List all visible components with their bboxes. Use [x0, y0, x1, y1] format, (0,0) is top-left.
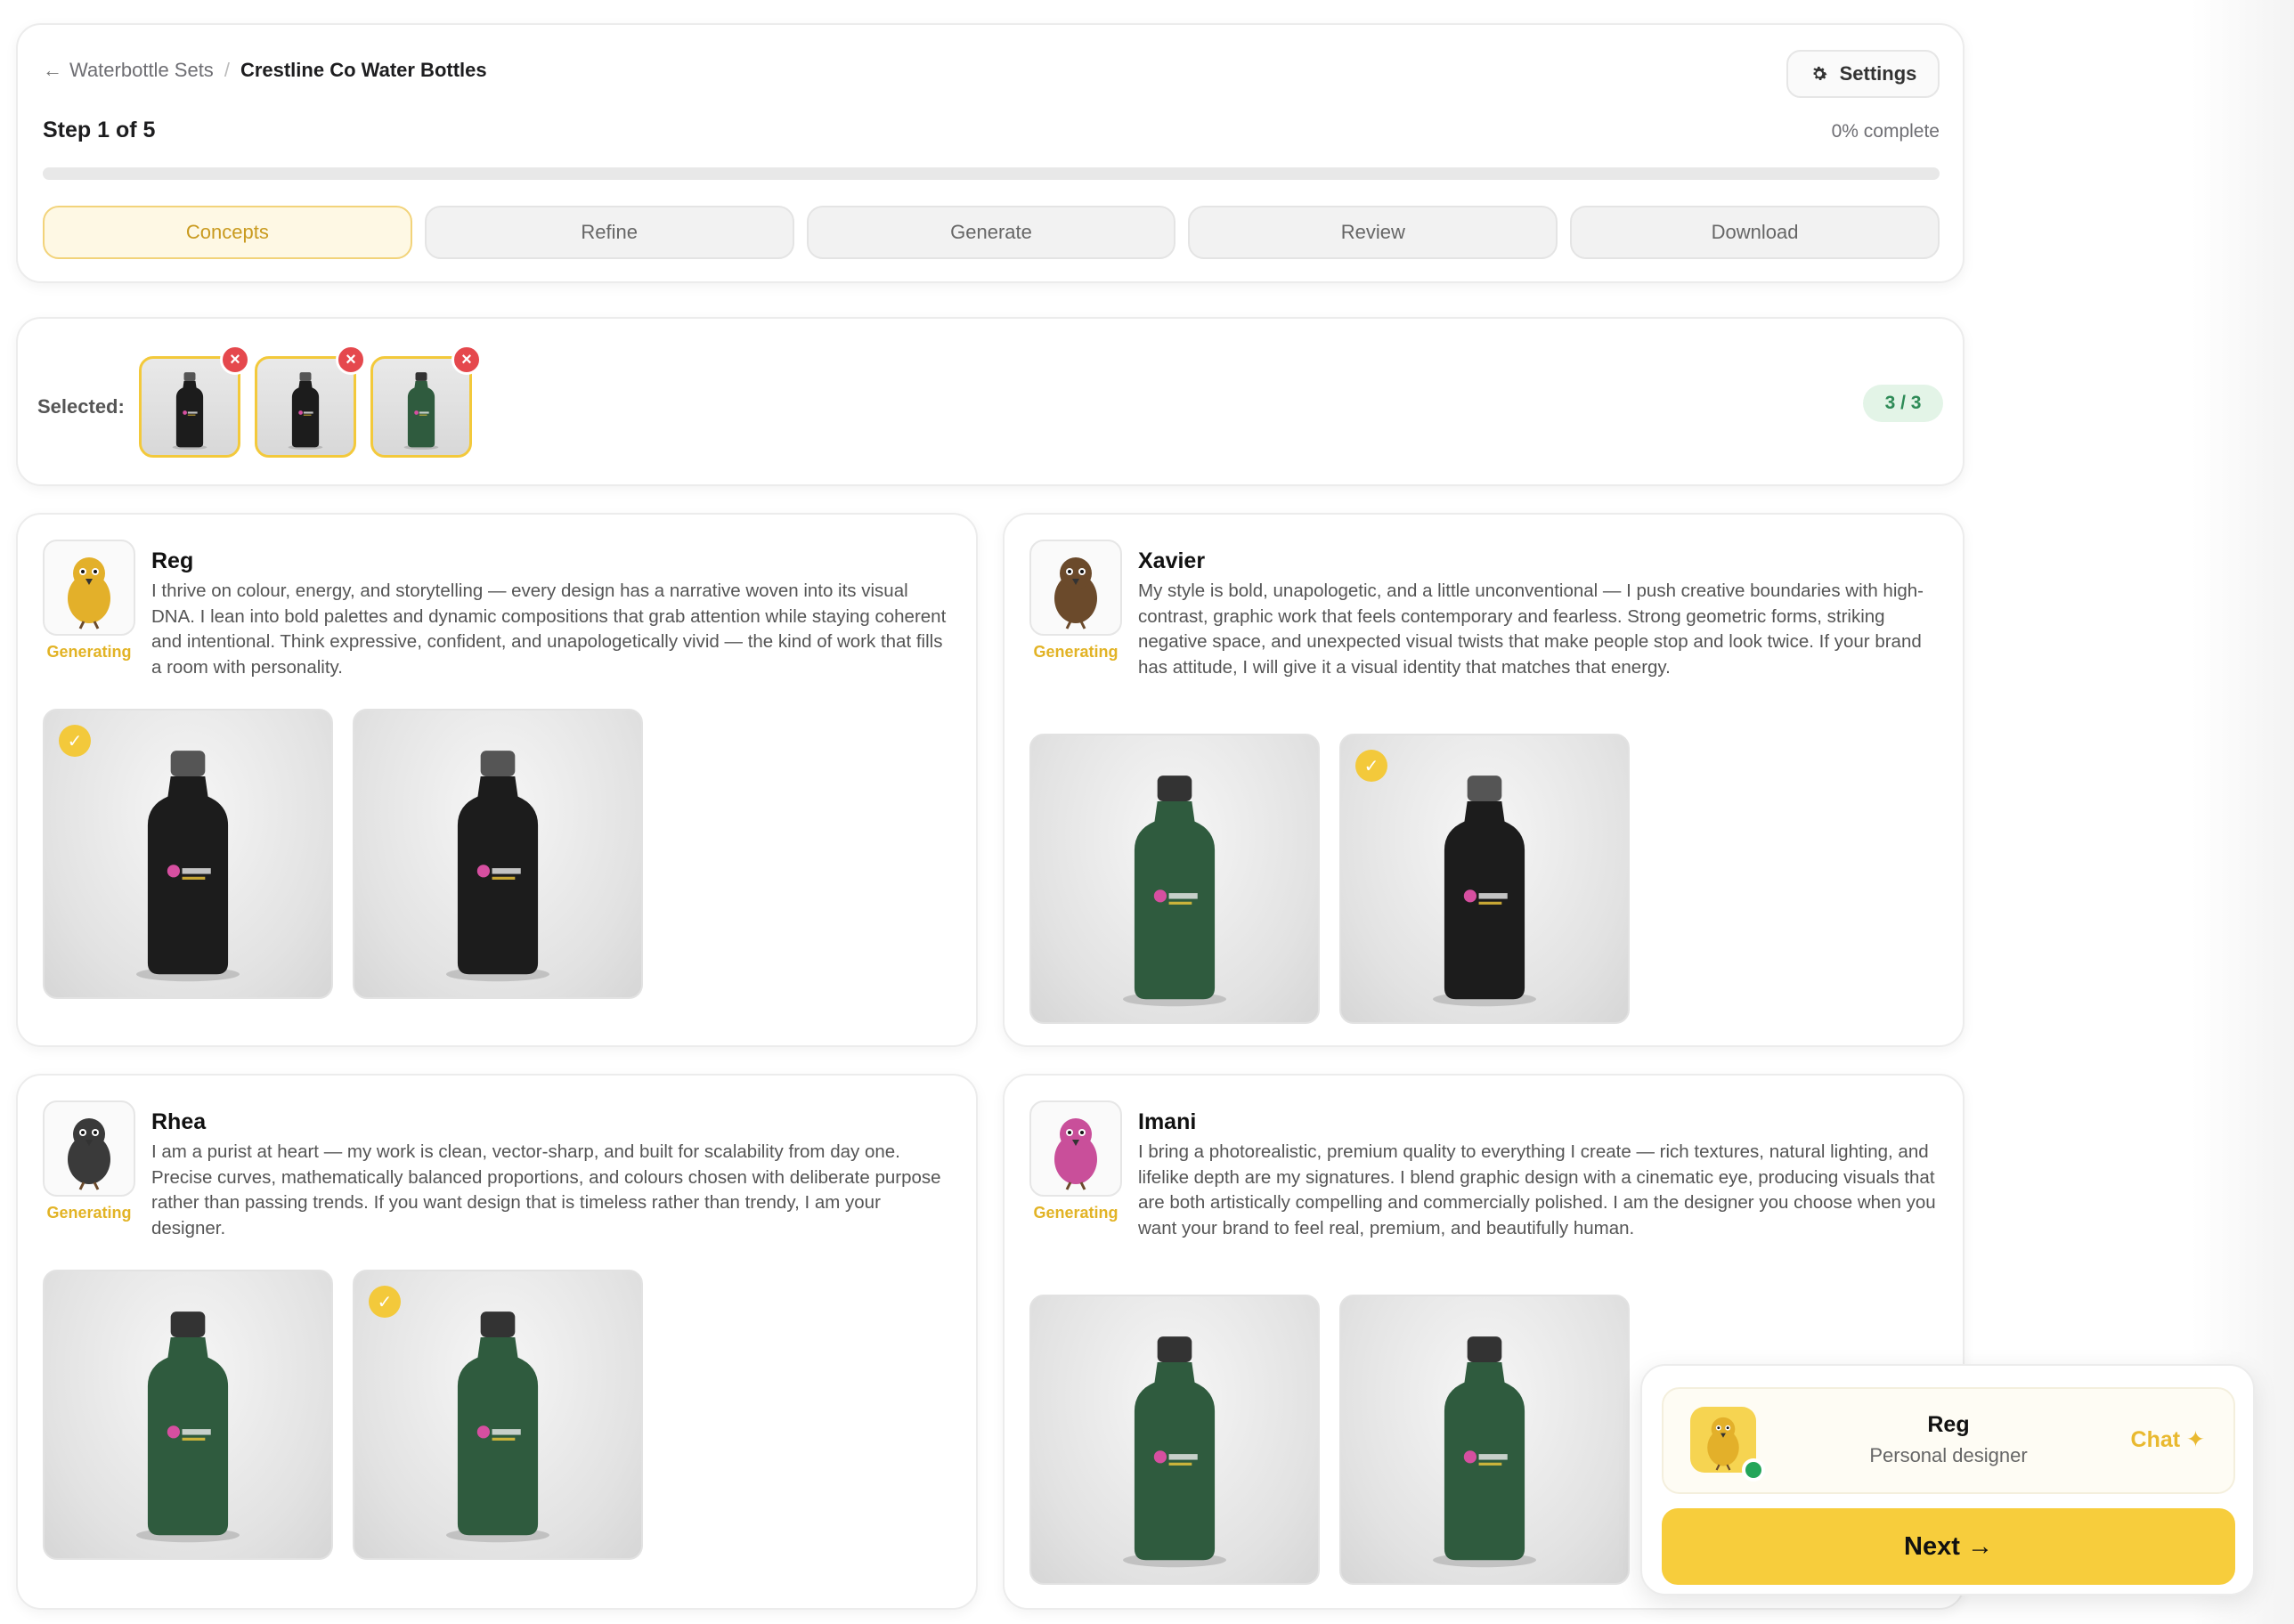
step-tabs: Concepts Refine Generate Review Download	[43, 206, 1940, 259]
designer-chat-widget: Reg Personal designer Chat ✦ Next →	[1640, 1364, 2255, 1596]
water-bottle-image	[446, 1311, 549, 1543]
water-bottle-image	[403, 372, 439, 451]
breadcrumb-separator: /	[224, 59, 230, 81]
remove-icon[interactable]: ×	[220, 345, 250, 375]
water-bottle-image	[1433, 1336, 1536, 1568]
designer-avatar	[43, 1100, 135, 1197]
tab-download[interactable]: Download	[1570, 206, 1940, 259]
designer-card-rhea: Generating Rhea I am a purist at heart —…	[16, 1074, 978, 1610]
bird-mascot-icon	[1054, 557, 1097, 629]
designer-bio: My style is bold, unapologetic, and a li…	[1138, 581, 1924, 678]
step-indicator: Step 1 of 5	[43, 118, 156, 142]
selected-card: Selected: × × × 3 / 3	[16, 317, 1965, 486]
progress-percent: 0% complete	[1831, 121, 1940, 142]
selected-check-icon: ✓	[1355, 750, 1387, 782]
selected-check-icon: ✓	[59, 725, 91, 757]
bird-mascot-icon	[68, 557, 110, 629]
designer-name: Imani	[1138, 1109, 1197, 1134]
designer-card-reg: Generating Reg I thrive on colour, energ…	[16, 513, 978, 1047]
gear-icon	[1812, 66, 1827, 81]
remove-icon[interactable]: ×	[336, 345, 366, 375]
back-arrow-icon[interactable]: ←	[43, 59, 62, 82]
designer-bio: I am a purist at heart — my work is clea…	[151, 1141, 941, 1238]
concept-image[interactable]: ✓	[43, 709, 333, 999]
designer-avatar	[43, 540, 135, 636]
designer-name: Xavier	[1138, 548, 1206, 573]
water-bottle-image	[1433, 775, 1536, 1007]
designer-avatar	[1029, 540, 1122, 636]
progress-bar	[43, 167, 1940, 180]
chat-link[interactable]: Chat ✦	[2131, 1426, 2205, 1453]
selected-label: Selected:	[37, 395, 125, 418]
concept-images	[1029, 1295, 1630, 1585]
water-bottle-image	[136, 751, 240, 982]
water-bottle-image	[446, 751, 549, 982]
selected-thumbnail[interactable]: ×	[139, 345, 250, 458]
concept-image[interactable]	[1339, 1295, 1630, 1585]
header-card: ← Waterbottle Sets / Crestline Co Water …	[16, 23, 1965, 283]
designer-name: Reg	[151, 548, 194, 573]
generating-status: Generating	[46, 1204, 132, 1222]
breadcrumb: ← Waterbottle Sets / Crestline Co Water …	[43, 59, 487, 82]
concept-image[interactable]: ✓	[353, 1270, 643, 1560]
selection-count-badge: 3 / 3	[1863, 385, 1943, 422]
tab-concepts[interactable]: Concepts	[43, 206, 412, 259]
concept-image[interactable]	[1029, 1295, 1320, 1585]
concept-image[interactable]: ✓	[1339, 734, 1630, 1024]
designer-card-xavier: Generating Xavier My style is bold, unap…	[1003, 513, 1965, 1047]
generating-status: Generating	[1033, 1204, 1119, 1222]
selected-thumbnail[interactable]: ×	[370, 345, 482, 458]
tab-generate[interactable]: Generate	[806, 206, 1176, 259]
generating-status: Generating	[1033, 643, 1119, 661]
breadcrumb-parent-link[interactable]: Waterbottle Sets	[69, 59, 214, 82]
designer-avatar	[1029, 1100, 1122, 1197]
bird-mascot-icon	[68, 1118, 110, 1190]
concept-image[interactable]	[43, 1270, 333, 1560]
water-bottle-image	[172, 372, 207, 451]
settings-button[interactable]: Settings	[1786, 50, 1940, 98]
chat-designer-row[interactable]: Reg Personal designer Chat ✦	[1662, 1387, 2235, 1494]
concept-image[interactable]	[1029, 734, 1320, 1024]
water-bottle-image	[288, 372, 323, 451]
generating-status: Generating	[46, 643, 132, 661]
next-button[interactable]: Next →	[1662, 1508, 2235, 1585]
water-bottle-image	[1123, 775, 1226, 1007]
selected-thumbnail[interactable]: ×	[255, 345, 366, 458]
selected-check-icon: ✓	[369, 1286, 401, 1318]
designer-bio: I bring a photorealistic, premium qualit…	[1138, 1141, 1936, 1238]
selected-thumbnails: × × ×	[139, 345, 482, 458]
concept-images: ✓	[1029, 734, 1630, 1024]
water-bottle-image	[1123, 1336, 1226, 1568]
tab-refine[interactable]: Refine	[424, 206, 794, 259]
designer-bio: I thrive on colour, energy, and storytel…	[151, 581, 947, 678]
remove-icon[interactable]: ×	[451, 345, 482, 375]
designer-name: Rhea	[151, 1109, 207, 1134]
water-bottle-image	[136, 1311, 240, 1543]
tab-review[interactable]: Review	[1188, 206, 1558, 259]
concept-images: ✓	[43, 1270, 643, 1560]
breadcrumb-current: Crestline Co Water Bottles	[240, 59, 487, 81]
concept-image[interactable]	[353, 709, 643, 999]
bird-mascot-icon	[1054, 1118, 1097, 1190]
concept-images: ✓	[43, 709, 643, 999]
settings-label: Settings	[1839, 62, 1917, 85]
